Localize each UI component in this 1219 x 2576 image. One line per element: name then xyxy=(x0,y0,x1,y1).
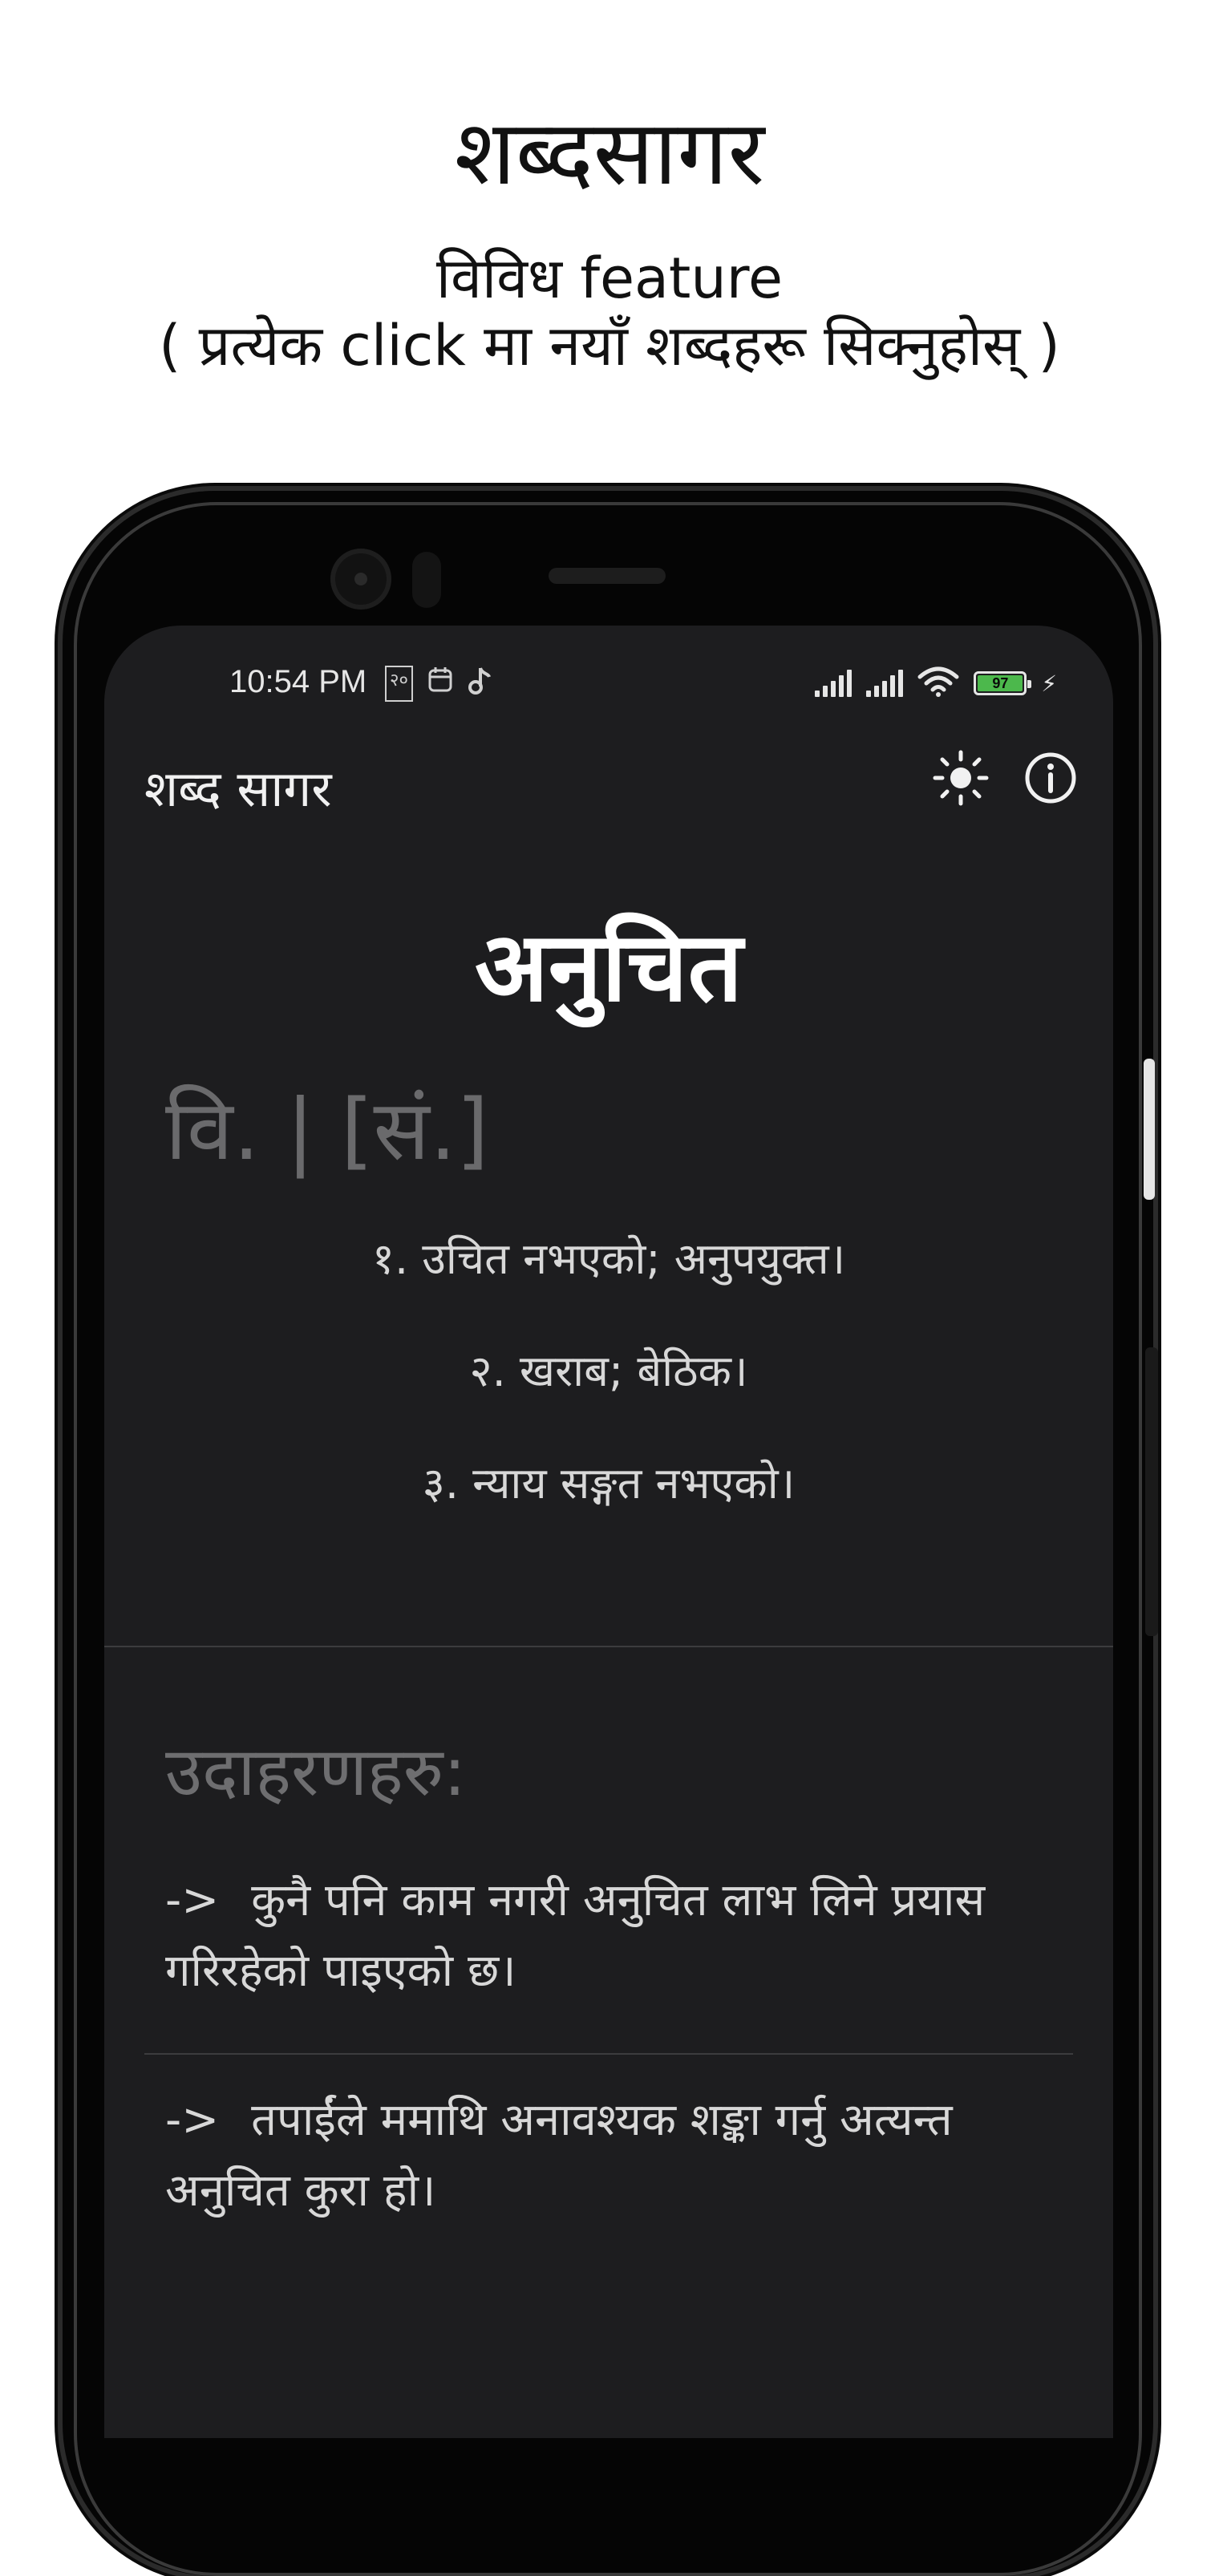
app-bar: शब्द सागर xyxy=(104,722,1113,834)
promo-title: शब्दसागर xyxy=(454,101,765,205)
proximity-sensor xyxy=(412,552,441,608)
signal-icon-2 xyxy=(866,670,904,697)
section-divider xyxy=(104,1646,1113,1647)
phone-volume-button xyxy=(1144,1059,1155,1200)
info-icon[interactable] xyxy=(1019,746,1083,810)
example-item: -> तपाईंले ममाथि अनावश्यक शङ्का गर्नु अत्… xyxy=(165,2085,1047,2226)
phone-power-button xyxy=(1145,1347,1158,1636)
status-time: 10:54 PM xyxy=(229,664,367,699)
wifi-icon xyxy=(917,666,959,701)
signal-icon xyxy=(815,670,852,697)
system-icons: 97 ⚡ xyxy=(815,666,1057,701)
battery-level: 97 xyxy=(978,675,1023,691)
example-divider xyxy=(144,2053,1073,2055)
example-text: तपाईंले ममाथि अनावश्यक शङ्का गर्नु अत्यन… xyxy=(165,2094,953,2217)
app-title: शब्द सागर xyxy=(144,759,332,818)
headword: अनुचित xyxy=(475,912,743,1023)
charging-icon: ⚡ xyxy=(1041,670,1057,697)
music-note-icon xyxy=(468,666,492,702)
status-bar: 10:54 PM २० 97 ⚡ xyxy=(104,626,1113,722)
brightness-icon[interactable] xyxy=(929,746,993,810)
calendar-icon xyxy=(427,666,453,702)
example-item: -> कुनै पनि काम नगरी अनुचित लाभ लिने प्रय… xyxy=(165,1865,1047,2007)
example-arrow: -> xyxy=(165,2094,220,2146)
meanings-list: १. उचित नभएको; अनुपयुक्त। २. खराब; बेठिक… xyxy=(104,1235,1113,1572)
promo-subtitle-line1: विविध feature xyxy=(435,245,784,311)
promo-subtitle: विविध feature ( प्रत्येक click मा नयाँ श… xyxy=(0,245,1219,379)
notification-icons: २० xyxy=(385,666,492,702)
example-text: कुनै पनि काम नगरी अनुचित लाभ लिने प्रयास… xyxy=(165,1874,986,1997)
promo-subtitle-line2: ( प्रत्येक click मा नयाँ शब्दहरू सिक्नुह… xyxy=(159,313,1060,379)
front-camera xyxy=(330,549,391,610)
meaning-item: २. खराब; बेठिक। xyxy=(469,1346,748,1396)
earpiece-speaker xyxy=(549,568,666,584)
battery-icon: 97 xyxy=(974,671,1032,695)
meaning-item: ३. न्याय सङ्गत नभएको। xyxy=(422,1458,796,1509)
example-arrow: -> xyxy=(165,1874,220,1926)
meaning-item: १. उचित नभएको; अनुपयुक्त। xyxy=(371,1233,846,1284)
notification-badge: २० xyxy=(385,666,413,702)
grammar-label: वि. | [सं.] xyxy=(165,1081,489,1179)
examples-heading: उदाहरणहरु: xyxy=(165,1732,467,1811)
app-screen: 10:54 PM २० 97 ⚡ शब्द सागर अनुचित वि. | … xyxy=(104,626,1113,2438)
